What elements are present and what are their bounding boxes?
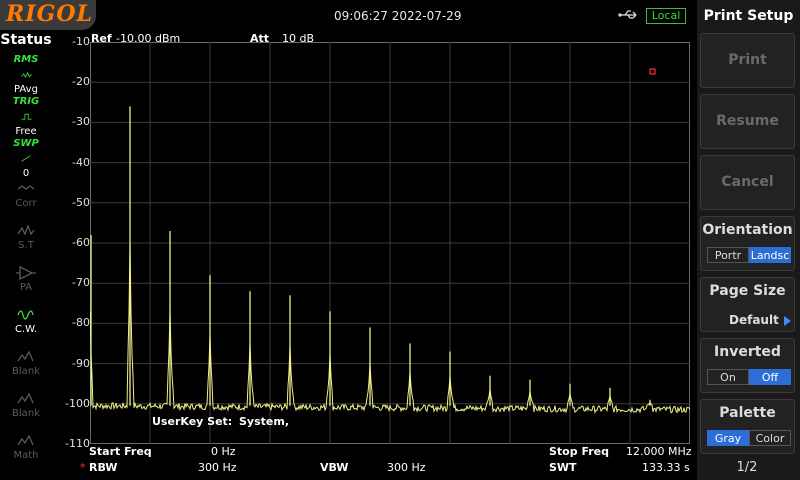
math-trace-icon [17,434,34,446]
status-item-label: Math [13,450,39,461]
palette-toggle[interactable]: Gray Color [707,430,791,446]
top-bar: RIGOL 09:06:27 2022-07-29 Local [0,0,697,32]
brand-text: RIGOL [6,1,93,27]
inverted-off-option[interactable]: Off [749,369,791,385]
inverted-softkey[interactable]: Inverted On Off [700,338,795,393]
average-trace-icon [21,71,32,79]
y-tick-label: -80 [72,316,90,330]
stop-freq-label: Stop Freq [549,445,610,458]
status-item-label: Blank [12,366,40,377]
softkey-panel: Print Setup Print Resume Cancel Orientat… [697,0,800,480]
y-tick-label: -30 [72,115,90,129]
page-indicator: 1/2 [736,460,758,475]
status-item-label: Free [15,126,37,137]
status-item: PA [6,264,46,302]
rbw-label: RBW [89,461,118,474]
status-item: SWP 0 [6,138,46,179]
status-item: S.T [6,222,46,260]
page-size-value: Default [729,313,779,327]
status-item: Blank [6,348,46,386]
userkey-label: UserKey Set: [152,415,233,428]
status-item-label: PA [19,282,33,293]
status-item: Corr [6,180,46,218]
status-item-tag: TRIG [12,96,40,107]
cw-icon [17,310,34,320]
y-tick-label: -20 [72,75,90,89]
inverted-label: Inverted [714,344,781,360]
local-badge: Local [646,8,686,24]
status-item: TRIG Free [6,96,46,137]
inverted-on-option[interactable]: On [707,369,749,385]
print-label: Print [728,52,767,68]
y-tick-label: -10 [72,35,90,48]
status-item: C.W. [6,306,46,344]
palette-gray-option[interactable]: Gray [707,430,749,446]
status-title: Status [0,32,52,48]
status-item-label: S.T [18,240,34,251]
date-time: 09:06:27 2022-07-29 [334,9,462,23]
y-tick-label: -50 [72,195,90,209]
correction-icon [17,185,35,190]
status-item-label: PAvg [14,84,38,95]
y-tick-label: -70 [72,276,90,290]
vbw-label: VBW [320,461,349,474]
trigger-icon [21,113,32,120]
status-item-label: C.W. [14,324,38,335]
page-size-label: Page Size [709,283,786,299]
cancel-label: Cancel [721,174,774,190]
status-item-label: Blank [12,408,40,419]
stop-freq-value: 12.000 MHz [626,445,692,458]
status-item-tag: RMS [13,54,39,65]
y-tick-label: -100 [65,396,90,410]
resume-label: Resume [716,113,779,129]
y-tick-label: -60 [72,236,90,249]
spectrum-plot [90,42,690,444]
status-item-label: 0 [22,168,30,179]
y-tick-label: -110 [65,437,90,450]
swt-label: SWT [549,461,577,474]
signal-track-icon [17,224,35,236]
orientation-portrait-option[interactable]: Portr [707,247,749,263]
print-button[interactable]: Print [700,33,795,88]
palette-color-option[interactable]: Color [749,430,791,446]
rbw-value: 300 Hz [198,461,237,474]
swt-value: 133.33 s [642,461,690,474]
inverted-toggle[interactable]: On Off [707,369,791,385]
blank-trace-icon [17,392,34,404]
orientation-softkey[interactable]: Orientation Portr Landsc [700,216,795,271]
rbw-manual-marker: * [80,461,86,474]
start-freq-value: 0 Hz [211,445,236,458]
palette-label: Palette [719,405,776,421]
page-size-softkey[interactable]: Page Size Default [700,277,795,332]
brand-logo: RIGOL [0,0,96,30]
start-freq-label: Start Freq [89,445,152,458]
y-tick-label: -90 [72,356,90,370]
status-column: Status RMS PAvg TRIG Free SWP 0 Corr S.T PA C.W. B… [0,32,52,480]
cancel-button[interactable]: Cancel [700,155,795,210]
status-item: Blank [6,390,46,428]
status-item-tag: SWP [13,138,39,149]
blank-trace-icon [17,350,34,362]
palette-softkey[interactable]: Palette Gray Color [700,399,795,454]
userkey-value: System, [239,415,289,428]
orientation-toggle[interactable]: Portr Landsc [707,247,791,263]
resume-button[interactable]: Resume [700,94,795,149]
usb-icon [618,10,637,19]
sweep-icon [21,155,31,162]
menu-title: Print Setup [703,8,794,24]
status-item: Math [6,432,46,470]
orientation-landscape-option[interactable]: Landsc [749,247,791,263]
marker-icon [649,68,656,75]
status-item: RMS PAvg [6,54,46,95]
vbw-value: 300 Hz [387,461,426,474]
status-item-label: Corr [15,198,37,209]
preamp-icon [16,265,36,281]
y-tick-label: -40 [72,155,90,169]
submenu-arrow-icon [784,316,791,326]
orientation-label: Orientation [702,222,793,238]
